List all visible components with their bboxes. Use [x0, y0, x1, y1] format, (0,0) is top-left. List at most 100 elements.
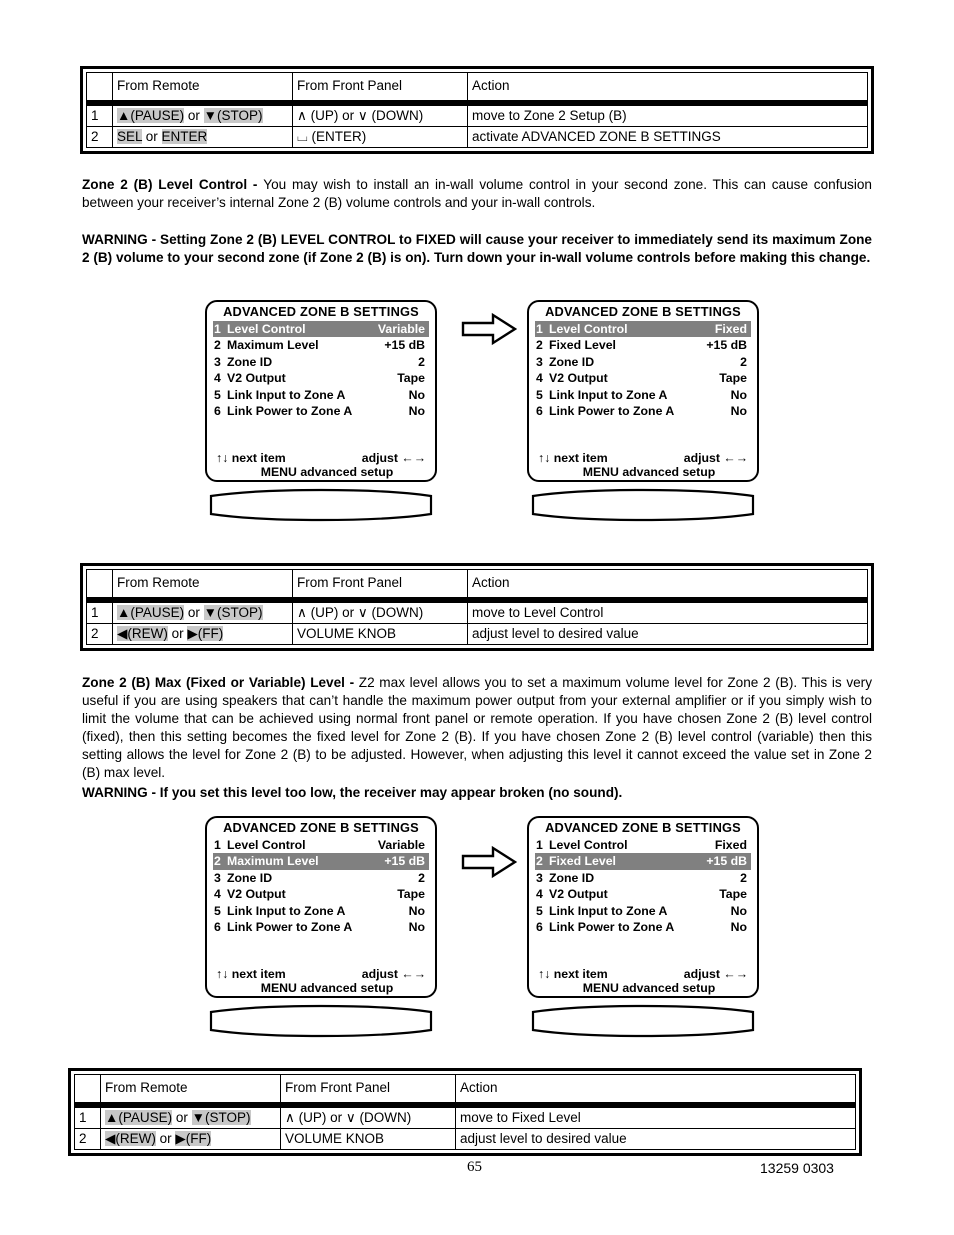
lcd-item-value: Tape: [719, 887, 747, 902]
lcd-adjust-hint: adjust ←→: [361, 450, 426, 465]
remote-key-label: ▲(PAUSE): [105, 1109, 173, 1125]
lcd-item-number: 6: [536, 404, 543, 419]
remote-key-label: ▼(STOP): [203, 604, 263, 620]
lcd-hint-row: ↑↓ next item adjust ←→: [213, 966, 429, 982]
lcd-item-value: No: [408, 920, 425, 935]
lcd-item-number: 5: [536, 387, 543, 402]
header-cell-from-front-panel: From Front Panel: [280, 1074, 456, 1103]
lcd-menu-item[interactable]: 5 Link Input to Zone A No: [213, 903, 429, 920]
lcd-menu-item[interactable]: 1 Level Control Variable: [213, 837, 429, 854]
lcd-next-item-label: next item: [553, 450, 608, 465]
cell-action: move to Level Control: [467, 602, 868, 624]
lcd-item-number: 1: [536, 837, 543, 852]
lcd-adjust-hint: adjust ←→: [362, 966, 426, 981]
header-cell-action: Action: [467, 72, 868, 101]
lcd-item-number: 2: [214, 338, 221, 353]
lcd-menu-item[interactable]: 5 Link Input to Zone A No: [213, 387, 429, 404]
lcd-title: ADVANCED ZONE B SETTINGS: [223, 820, 419, 835]
lcd-menu-item[interactable]: 6 Link Power to Zone A No: [213, 403, 429, 420]
lcd-item-label: V2 Output: [549, 887, 608, 902]
cell-from-front-panel: ∧ (UP) or ∨ (DOWN): [280, 1107, 456, 1129]
row-number: 2: [86, 623, 113, 645]
lcd-item-number: 2: [536, 854, 543, 869]
max-level-body: Z2 max level allows you to set a maximum…: [82, 675, 873, 780]
left-right-arrows-icon: ←→: [401, 450, 426, 465]
lcd-adjust-label: adjust: [361, 450, 402, 465]
lcd-menu-item[interactable]: 3 Zone ID 2: [535, 354, 751, 371]
lcd-item-label: Link Power to Zone A: [549, 920, 675, 935]
step-table-header: From Remote From Front Panel Action: [86, 72, 868, 101]
lcd-adjust-hint: adjust ←→: [684, 451, 748, 464]
lcd-menu-item[interactable]: 6 Link Power to Zone A No: [213, 919, 429, 936]
section-level-control-paragraph: Zone 2 (B) Level Control - You may wish …: [82, 176, 872, 212]
lcd-menu-list: 1 Level Control Fixed 2 Fixed Level +15 dB 3 Zo…: [535, 837, 751, 936]
lcd-menu-item[interactable]: 2 Fixed Level +15 dB: [535, 337, 751, 354]
lcd-item-label: Level Control: [549, 321, 628, 336]
lcd-menu-item[interactable]: 4 V2 Output Tape: [213, 370, 429, 387]
lcd-menu-list: 1 Level Control Variable 2 Maximum Level +15 …: [213, 320, 429, 420]
table-row: 2 ◀(REW) or ▶(FF) VOLUME KNOB adjust level …: [74, 1128, 856, 1150]
lcd-title: ADVANCED ZONE B SETTINGS: [223, 304, 419, 319]
lcd-item-label: Link Input to Zone A: [227, 387, 346, 402]
lcd-item-number: 6: [214, 404, 221, 419]
lcd-menu-item[interactable]: 1 Level Control Fixed: [535, 320, 751, 338]
flow-arrow-icon-1: [461, 312, 517, 346]
lcd-item-value: No: [730, 920, 747, 935]
lcd-blank-area: [213, 420, 429, 450]
cell-from-front-panel: VOLUME KNOB: [292, 623, 468, 645]
remote-key-conjunction: or: [172, 1109, 192, 1125]
lcd-item-value: +15 dB: [706, 338, 747, 353]
lcd-menu-item[interactable]: 6 Link Power to Zone A No: [535, 403, 751, 420]
lcd-menu-item[interactable]: 6 Link Power to Zone A No: [535, 919, 751, 936]
lcd-menu-item[interactable]: 4 V2 Output Tape: [535, 886, 751, 903]
table-header-row: From Remote From Front Panel Action: [86, 72, 868, 101]
lcd-menu-item[interactable]: 3 Zone ID 2: [213, 870, 429, 887]
step-table-level-control: From Remote From Front Panel Action 1 ▲(P…: [80, 563, 874, 651]
up-down-arrows-icon: ↑↓: [538, 966, 554, 981]
document-code: 13259 0303: [760, 1160, 834, 1176]
max-level-warning-text: WARNING - If you set this level too low,…: [82, 785, 623, 800]
row-number: 2: [86, 126, 113, 148]
cell-action: move to Fixed Level: [455, 1107, 856, 1129]
lcd-item-label: Zone ID: [549, 870, 595, 885]
lcd-item-value: No: [730, 404, 747, 419]
lcd-menu-hint: MENU advanced setup: [260, 980, 394, 995]
up-down-arrows-icon: ↑↓: [538, 450, 554, 465]
lcd-menu-item[interactable]: 4 V2 Output Tape: [535, 370, 751, 387]
remote-key-label: ENTER: [161, 128, 208, 144]
lcd-menu-item[interactable]: 3 Zone ID 2: [535, 870, 751, 887]
lcd-item-value: 2: [740, 870, 747, 885]
lcd-hint-row: ↑↓ next item adjust ←→: [535, 450, 751, 466]
cell-from-remote: ◀(REW) or ▶(FF): [100, 1128, 281, 1150]
lcd-item-value: Tape: [397, 887, 425, 902]
remote-key-label: ▼(STOP): [203, 107, 263, 123]
lcd-menu-item[interactable]: 5 Link Input to Zone A No: [535, 387, 751, 404]
header-cell-action: Action: [467, 569, 868, 598]
lcd-item-label: Maximum Level: [227, 854, 319, 869]
lcd-item-number: 6: [214, 920, 221, 935]
lcd-menu-item[interactable]: 2 Maximum Level +15 dB: [213, 337, 429, 354]
lcd-panel-fixed-level-control: ADVANCED ZONE B SETTINGS 1 Level Control Fi…: [527, 300, 759, 482]
lcd-item-value: Variable: [377, 837, 425, 852]
lcd-menu-item[interactable]: 5 Link Input to Zone A No: [535, 903, 751, 920]
lcd-item-label: Zone ID: [227, 870, 273, 885]
row-number: 1: [86, 602, 113, 624]
lcd-menu-item[interactable]: 1 Level Control Fixed: [535, 837, 751, 854]
left-right-arrows-icon: ←→: [401, 966, 426, 981]
lcd-blank-area: [535, 936, 751, 966]
remote-key-label: ▲(PAUSE): [117, 107, 185, 123]
level-control-warning-text: WARNING - Setting Zone 2 (B) LEVEL CONTR…: [82, 232, 872, 265]
lcd-hint-row: ↑↓ next item adjust ←→: [535, 966, 751, 982]
lcd-menu-item[interactable]: 2 Fixed Level +15 dB: [535, 853, 751, 870]
lcd-next-item-hint: ↑↓ next item: [538, 966, 608, 981]
lcd-menu-item[interactable]: 1 Level Control Variable: [213, 320, 429, 338]
lcd-menu-item[interactable]: 2 Maximum Level +15 dB: [213, 853, 429, 870]
lcd-item-value: No: [408, 387, 425, 402]
lcd-item-number: 5: [214, 387, 221, 402]
manual-page: From Remote From Front Panel Action 1 ▲(P…: [0, 0, 954, 1235]
lcd-menu-item[interactable]: 3 Zone ID 2: [213, 354, 429, 371]
page-number: 65: [467, 1159, 482, 1175]
row-number: 2: [74, 1128, 101, 1150]
panel-base-shape-4: [527, 1003, 759, 1039]
lcd-menu-item[interactable]: 4 V2 Output Tape: [213, 886, 429, 903]
